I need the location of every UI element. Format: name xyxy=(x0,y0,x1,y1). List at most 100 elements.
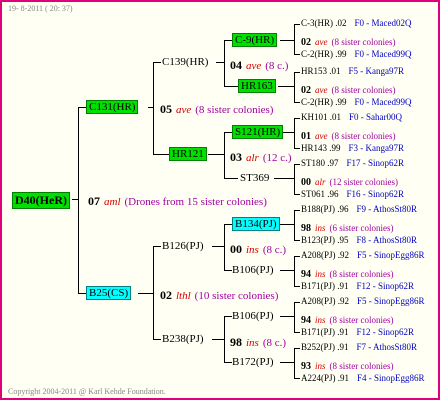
leaf-ancestor-id: ST061 .96 xyxy=(301,189,339,199)
node-mm-note: (8 c.) xyxy=(262,337,287,349)
node-mm-info: 98 ins (8 c.) xyxy=(230,333,286,351)
node-pm-info: 03 alr (12 c.) xyxy=(230,148,292,166)
leaf-ancestor-line: F5 - SinopEgg86R xyxy=(357,296,425,306)
leaf-ancestor-id: B171(PJ) .91 xyxy=(301,281,349,291)
leaf-code: ins xyxy=(315,223,326,233)
node-pp-code: ave xyxy=(246,60,262,72)
node-mpp[interactable]: B134(PJ) xyxy=(232,217,280,231)
node-mm[interactable]: B238(PJ) xyxy=(162,333,204,345)
leaf-ancestor-line: F12 - Sinop62R xyxy=(356,281,415,291)
node-mmp[interactable]: B106(PJ) xyxy=(232,310,274,322)
leaf-ancestor[interactable]: A224(PJ) .91 F4 - SinopEgg86R xyxy=(301,373,425,383)
node-p-year: 05 xyxy=(160,102,172,116)
node-mp[interactable]: B126(PJ) xyxy=(162,240,204,252)
leaf-colony-info: 94 ins (8 sister colonies) xyxy=(301,310,394,328)
leaf-ancestor[interactable]: B171(PJ) .91 F12 - Sinop62R xyxy=(301,281,414,291)
leaf-note: (8 sister colonies) xyxy=(331,131,396,141)
leaf-ancestor-id: A208(PJ) .92 xyxy=(301,250,350,260)
leaf-year: 94 xyxy=(301,269,311,280)
leaf-note: (6 sister colonies) xyxy=(329,223,394,233)
leaf-ancestor-line: F0 - Maced99Q xyxy=(354,97,412,107)
node-mm-year: 98 xyxy=(230,335,242,349)
leaf-ancestor[interactable]: B171(PJ) .91 F12 - Sinop62R xyxy=(301,327,414,337)
leaf-ancestor[interactable]: C-2(HR) .99 F0 - Maced99Q xyxy=(301,49,412,59)
node-p-code: ave xyxy=(176,104,192,116)
leaf-ancestor[interactable]: A208(PJ) .92 F5 - SinopEgg86R xyxy=(301,250,425,260)
node-mp-note: (8 c.) xyxy=(262,244,287,256)
node-m[interactable]: B25(CS) xyxy=(86,286,132,300)
node-pm-code: alr xyxy=(246,152,259,164)
node-m-year: 02 xyxy=(160,288,172,302)
leaf-ancestor[interactable]: KH101 .01 F0 - Sahar00Q xyxy=(301,112,402,122)
leaf-ancestor[interactable]: A208(PJ) .92 F5 - SinopEgg86R xyxy=(301,296,425,306)
pedigree-frame: 19- 8-2011 ( 20: 37) Copyright 2004-2011… xyxy=(0,0,440,400)
leaf-code: ins xyxy=(315,361,326,371)
leaf-year: 93 xyxy=(301,361,311,372)
node-ppp[interactable]: C-9(HR) xyxy=(232,33,278,47)
node-mm-code: ins xyxy=(246,337,259,349)
leaf-code: ave xyxy=(315,131,328,141)
node-p[interactable]: C131(HR) xyxy=(86,100,139,114)
leaf-ancestor-id: HR153 .01 xyxy=(301,66,341,76)
leaf-year: 02 xyxy=(301,85,311,96)
leaf-ancestor[interactable]: HR153 .01 F5 - Kanga97R xyxy=(301,66,404,76)
leaf-ancestor-id: C-3(HR) .02 xyxy=(301,18,347,28)
node-mp-info: 00 ins (8 c.) xyxy=(230,240,286,258)
leaf-note: (8 sister colonies) xyxy=(331,37,396,47)
leaf-ancestor-id: B123(PJ) .95 xyxy=(301,235,349,245)
leaf-ancestor[interactable]: ST061 .96 F16 - Sinop62R xyxy=(301,189,404,199)
leaf-ancestor[interactable]: HR143 .99 F3 - Kanga97R xyxy=(301,143,404,153)
leaf-ancestor-id: A208(PJ) .92 xyxy=(301,296,350,306)
leaf-ancestor[interactable]: B188(PJ) .96 F9 - AthosSt80R xyxy=(301,204,417,214)
leaf-ancestor-id: HR143 .99 xyxy=(301,143,341,153)
leaf-ancestor-id: A224(PJ) .91 xyxy=(301,373,350,383)
leaf-note: (8 sister colonies) xyxy=(329,269,394,279)
leaf-note: (8 sister colonies) xyxy=(331,85,396,95)
leaf-colony-info: 01 ave (8 sister colonies) xyxy=(301,126,395,144)
leaf-year: 02 xyxy=(301,37,311,48)
leaf-ancestor-id: ST180 .97 xyxy=(301,158,339,168)
leaf-note: (8 sister colonies) xyxy=(329,361,394,371)
leaf-colony-info: 93 ins (8 sister colonies) xyxy=(301,356,394,374)
leaf-ancestor-id: B171(PJ) .91 xyxy=(301,327,349,337)
leaf-code: ins xyxy=(315,269,326,279)
node-p-note: (8 sister colonies) xyxy=(195,104,274,116)
leaf-ancestor-line: F0 - Sahar00Q xyxy=(349,112,402,122)
leaf-year: 00 xyxy=(301,177,311,188)
leaf-ancestor[interactable]: C-2(HR) .99 F0 - Maced99Q xyxy=(301,97,412,107)
leaf-ancestor[interactable]: B252(PJ) .91 F7 - AthosSt80R xyxy=(301,342,417,352)
leaf-ancestor-line: F4 - SinopEgg86R xyxy=(357,373,425,383)
leaf-code: ins xyxy=(315,315,326,325)
node-p-info: 05 ave (8 sister colonies) xyxy=(160,100,273,118)
leaf-year: 01 xyxy=(301,131,311,142)
node-ppm[interactable]: HR163 xyxy=(238,79,276,93)
node-mpm[interactable]: B106(PJ) xyxy=(232,264,274,276)
leaf-ancestor-line: F17 - Sinop62R xyxy=(346,158,405,168)
node-pp[interactable]: C139(HR) xyxy=(162,56,208,68)
leaf-code: alr xyxy=(315,177,326,187)
leaf-ancestor-id: KH101 .01 xyxy=(301,112,341,122)
node-pmp[interactable]: S121(HR) xyxy=(232,125,284,139)
node-pm-year: 03 xyxy=(230,150,242,164)
leaf-note: (12 sister colonies) xyxy=(329,177,398,187)
leaf-code: ave xyxy=(315,85,328,95)
leaf-ancestor[interactable]: C-3(HR) .02 F0 - Maced02Q xyxy=(301,18,412,28)
node-pp-year: 04 xyxy=(230,58,242,72)
node-mp-code: ins xyxy=(246,244,259,256)
leaf-ancestor-id: C-2(HR) .99 xyxy=(301,49,347,59)
leaf-ancestor[interactable]: B123(PJ) .95 F8 - AthosSt80R xyxy=(301,235,417,245)
node-pm[interactable]: HR121 xyxy=(169,147,207,161)
node-m-info: 02 lthl (10 sister colonies) xyxy=(160,286,278,304)
leaf-year: 98 xyxy=(301,223,311,234)
node-m-code: lthl xyxy=(176,290,191,302)
leaf-ancestor-line: F7 - AthosSt80R xyxy=(356,342,418,352)
root-queen[interactable]: D40(HeR) xyxy=(12,192,70,209)
node-pm-note: (12 c.) xyxy=(262,152,292,164)
node-mmm[interactable]: B172(PJ) xyxy=(232,356,274,368)
root-code: aml xyxy=(104,196,121,208)
node-pmm[interactable]: ST369 xyxy=(240,172,269,184)
leaf-ancestor-id: B188(PJ) .96 xyxy=(301,204,349,214)
leaf-ancestor[interactable]: ST180 .97 F17 - Sinop62R xyxy=(301,158,404,168)
root-year: 07 xyxy=(88,194,100,208)
node-pp-info: 04 ave (8 c.) xyxy=(230,56,288,74)
